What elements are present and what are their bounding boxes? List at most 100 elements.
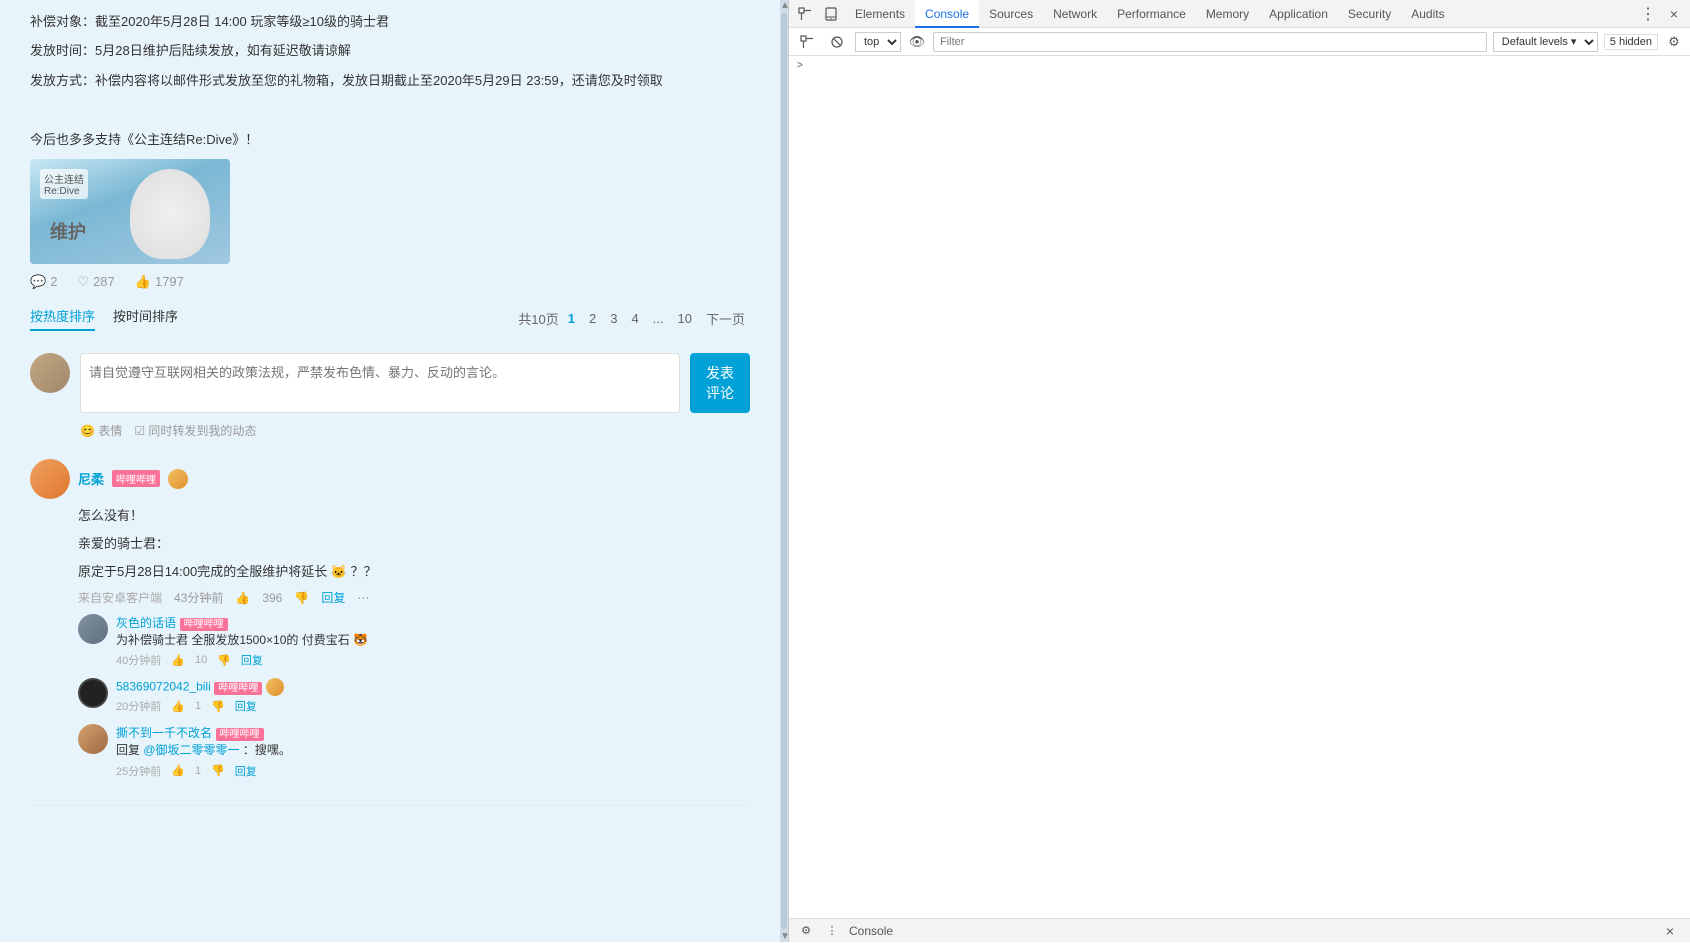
reply-to-link[interactable]: @御坂二零零零一 <box>143 743 239 757</box>
tab-audits[interactable]: Audits <box>1401 0 1454 28</box>
more-options-btn[interactable]: ⋯ <box>357 591 369 605</box>
sub-reply-3[interactable]: 回复 <box>235 763 257 779</box>
devtools-settings-gear[interactable]: ⚙ <box>1664 32 1684 52</box>
share-action[interactable]: 👍 1797 <box>135 274 184 290</box>
sub-username-3[interactable]: 撕不到一千不改名 <box>116 726 212 740</box>
sub-text-3: 回复 @御坂二零零零一 ：搜嘿。 <box>116 741 750 760</box>
image-inner: 公主连结Re:Dive 维护 <box>30 159 230 264</box>
sub-time-2: 20分钟前 <box>116 698 161 714</box>
page-dots: ... <box>648 310 669 327</box>
maintenance-label: 维护 <box>50 218 86 244</box>
sort-time-tab[interactable]: 按时间排序 <box>113 306 178 331</box>
fan-icon-2 <box>266 678 284 696</box>
sub-avatar-2 <box>78 678 108 708</box>
page-next[interactable]: 下一页 <box>701 308 750 329</box>
devtools-close-btn[interactable]: × <box>1662 2 1686 26</box>
console-bottom-dots[interactable]: ⋮ <box>823 922 841 940</box>
device-toolbar-btn[interactable] <box>819 2 843 26</box>
share-icon: 👍 <box>135 274 151 290</box>
tab-elements[interactable]: Elements <box>845 0 915 28</box>
clear-icon <box>830 35 844 49</box>
sub-reply-1[interactable]: 回复 <box>241 652 263 668</box>
sub-thumb-up-1: 👍 <box>171 654 185 667</box>
comment-icon: 💬 <box>30 274 46 290</box>
sub-thumb-up-2: 👍 <box>171 700 185 713</box>
sub-likes-1: 10 <box>195 654 207 666</box>
comment-textarea[interactable] <box>80 353 680 413</box>
page-10[interactable]: 10 <box>673 310 697 327</box>
sort-hot-tab[interactable]: 按热度排序 <box>30 306 95 331</box>
devtools-more-btn[interactable]: ⋮ <box>1636 2 1660 26</box>
tab-performance[interactable]: Performance <box>1107 0 1196 28</box>
pagination: 共10页 1 2 3 4 ... 10 下一页 <box>518 308 750 329</box>
game-logo: 公主连结Re:Dive <box>40 169 88 199</box>
console-level-select[interactable]: Default levels ▾ <box>1493 32 1598 52</box>
sync-checkbox[interactable]: ☑ 同时转发到我的动态 <box>134 422 256 439</box>
submit-comment-button[interactable]: 发表 评论 <box>690 353 750 413</box>
console-bottom-label: Console <box>849 924 893 938</box>
comment-meta: 来自安卓客户端 43分钟前 👍 396 👎 回复 ⋯ <box>78 589 750 606</box>
console-bottom-bar: ⚙ ⋮ Console × <box>789 918 1690 942</box>
tab-sources[interactable]: Sources <box>979 0 1043 28</box>
game-image: 公主连结Re:Dive 维护 <box>30 159 230 264</box>
comment-input-box: 😊 表情 ☑ 同时转发到我的动态 <box>80 353 680 439</box>
devtools-tabs: Elements Console Sources Network Perform… <box>845 0 1634 28</box>
sub-time-1: 40分钟前 <box>116 652 161 668</box>
sub-content-1: 灰色的话语 哔哩哔哩 为补偿骑士君 全服发放1500×10的 付费宝石 🐯 40… <box>116 614 750 668</box>
console-filter-input[interactable] <box>933 32 1487 52</box>
console-settings-icon[interactable] <box>795 30 819 54</box>
page-1[interactable]: 1 <box>563 310 580 327</box>
page-2[interactable]: 2 <box>584 310 601 327</box>
sub-badge-3: 哔哩哔哩 <box>216 728 264 741</box>
device-icon <box>824 7 838 21</box>
comment-time: 43分钟前 <box>174 589 223 606</box>
sub-comment-item-2: 58369072042_bili 哔哩哔哩 20分钟前 👍 1 👎 回复 <box>78 678 750 714</box>
tab-memory[interactable]: Memory <box>1196 0 1259 28</box>
share-count: 1797 <box>155 274 184 289</box>
console-clear-btn[interactable] <box>825 30 849 54</box>
sub-username-1[interactable]: 灰色的话语 <box>116 616 176 630</box>
sub-content-3: 撕不到一千不改名 哔哩哔哩 回复 @御坂二零零零一 ：搜嘿。 25分钟前 👍 1… <box>116 724 750 778</box>
tab-security[interactable]: Security <box>1338 0 1401 28</box>
post-promo: 今后也多多支持《公主连结Re:Dive》！ <box>30 128 750 151</box>
comment-item: 尼柔 哔哩哔哩 怎么没有！ 亲爱的骑士君： 原定于5月28日14:00完成的全服… <box>30 459 750 806</box>
console-prompt-row: > <box>789 56 1690 74</box>
sub-thumb-down-3: 👎 <box>211 764 225 777</box>
console-bottom-close[interactable]: × <box>1658 919 1682 943</box>
emoji-btn[interactable]: 😊 表情 <box>80 422 122 439</box>
post-blank <box>30 98 750 121</box>
comment-count: 2 <box>50 274 57 289</box>
fan-badge-icon <box>168 469 188 489</box>
hidden-messages-badge[interactable]: 5 hidden <box>1604 34 1658 50</box>
devtools-panel: Elements Console Sources Network Perform… <box>788 0 1690 942</box>
console-eye-btn[interactable]: 👁 <box>907 32 927 52</box>
console-bottom-settings[interactable]: ⚙ <box>797 922 815 940</box>
scroll-down-arrow[interactable]: ▼ <box>780 931 788 942</box>
tab-console[interactable]: Console <box>915 0 979 28</box>
commenter-username[interactable]: 尼柔 <box>78 469 104 488</box>
character-figure <box>130 169 210 259</box>
page-3[interactable]: 3 <box>605 310 622 327</box>
comment-action[interactable]: 💬 2 <box>30 274 57 290</box>
sub-comment-item: 灰色的话语 哔哩哔哩 为补偿骑士君 全服发放1500×10的 付费宝石 🐯 40… <box>78 614 750 668</box>
sub-content-2: 58369072042_bili 哔哩哔哩 20分钟前 👍 1 👎 回复 <box>116 678 750 714</box>
scroll-up-arrow[interactable]: ▲ <box>780 0 788 11</box>
tab-application[interactable]: Application <box>1259 0 1338 28</box>
console-settings-svg <box>800 35 814 49</box>
sub-username-2[interactable]: 58369072042_bili <box>116 680 211 694</box>
post-line1: 补偿对象：截至2020年5月28日 14:00 玩家等级≥10级的骑士君 <box>30 10 750 33</box>
like-action[interactable]: ♡ 287 <box>77 274 114 290</box>
sub-thumb-down-1: 👎 <box>217 654 231 667</box>
user-badge: 哔哩哔哩 <box>112 470 160 487</box>
console-context-select[interactable]: top <box>855 32 901 52</box>
checkbox-icon: ☑ <box>134 424 145 438</box>
inspect-element-btn[interactable] <box>793 2 817 26</box>
sub-meta-2: 20分钟前 👍 1 👎 回复 <box>116 698 750 714</box>
sub-reply-2[interactable]: 回复 <box>235 698 257 714</box>
inspect-icon <box>798 7 812 21</box>
tab-network[interactable]: Network <box>1043 0 1107 28</box>
sync-label: 同时转发到我的动态 <box>148 424 256 438</box>
page-4[interactable]: 4 <box>626 310 643 327</box>
console-secondary-toolbar: top 👁 Default levels ▾ 5 hidden ⚙ <box>789 28 1690 56</box>
reply-link[interactable]: 回复 <box>321 589 345 606</box>
